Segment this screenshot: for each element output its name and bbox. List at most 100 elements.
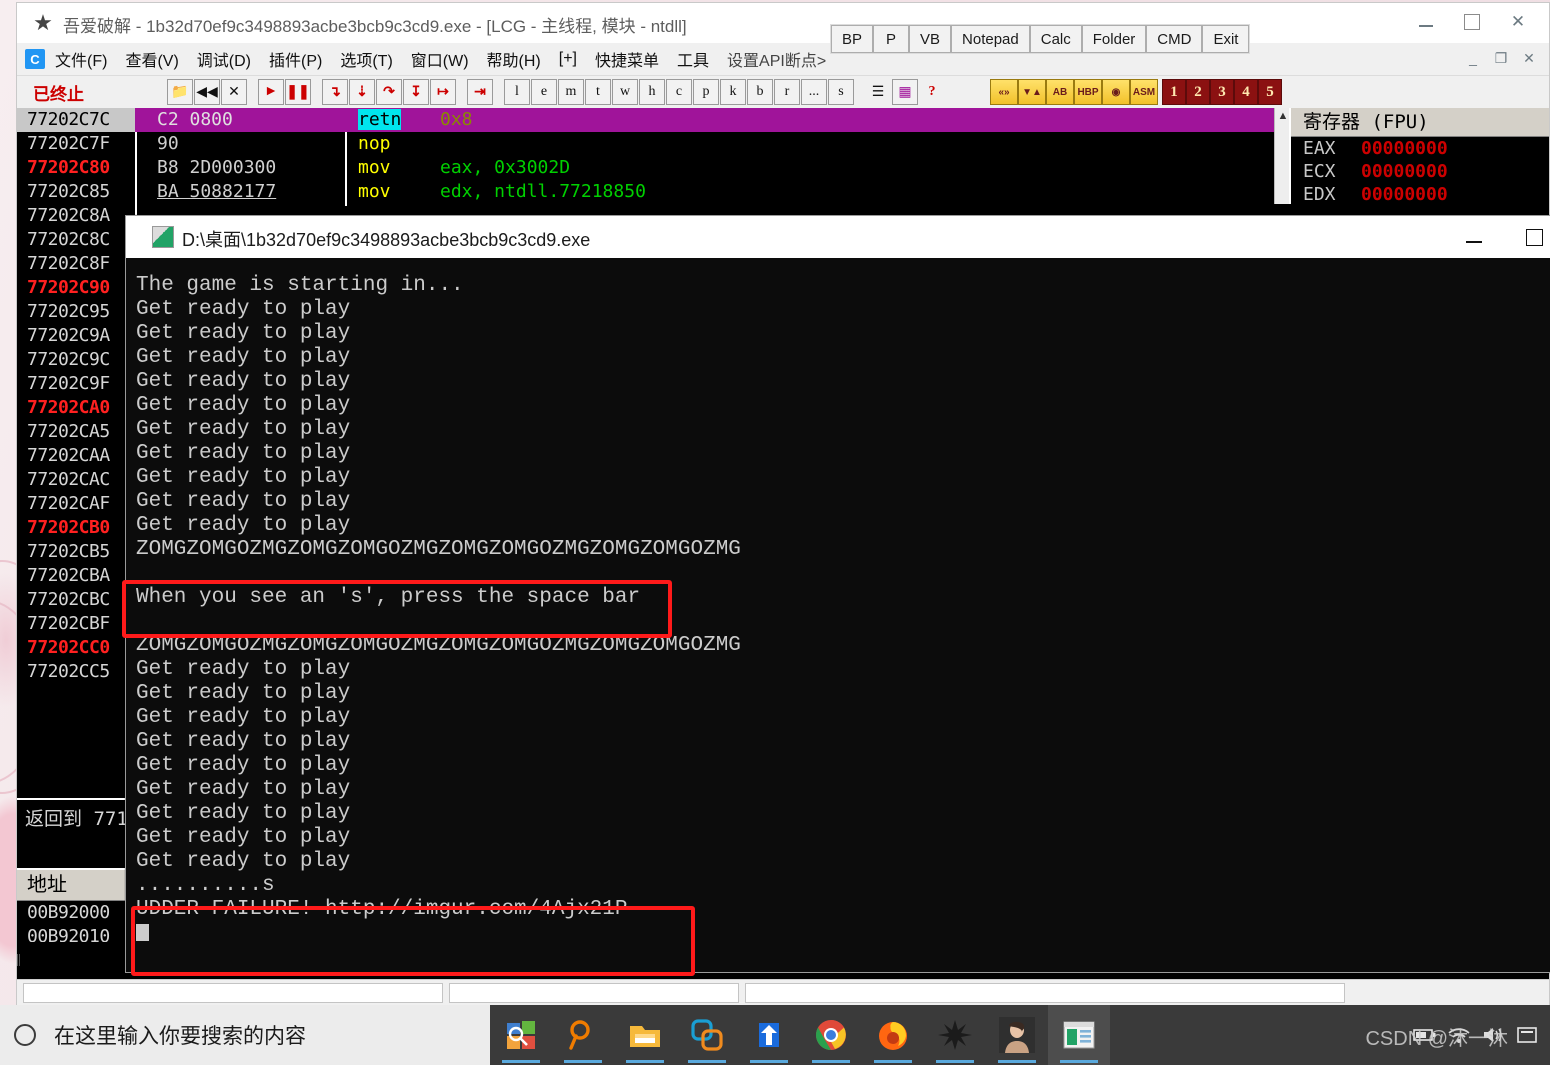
run-to-icon[interactable]: ↧ bbox=[403, 79, 429, 105]
quicklaunch-cmd-button[interactable]: CMD bbox=[1146, 25, 1203, 53]
tab-button-3[interactable]: 3 bbox=[1210, 79, 1234, 105]
address-cell[interactable]: 77202CBC bbox=[17, 588, 135, 612]
mdi-child-buttons[interactable]: _ ❐ ✕ bbox=[1459, 46, 1543, 70]
menu-item-options[interactable]: 选项(T) bbox=[340, 47, 392, 71]
address-cell[interactable]: 77202CBA bbox=[17, 564, 135, 588]
list-icon[interactable]: ☰ bbox=[865, 79, 891, 105]
address-cell[interactable]: 77202C9A bbox=[17, 324, 135, 348]
menu-item-file[interactable]: 文件(F) bbox=[55, 47, 107, 71]
quicklaunch-calc-button[interactable]: Calc bbox=[1029, 25, 1082, 53]
toolbar-letter-t[interactable]: t bbox=[585, 79, 611, 105]
register-row[interactable]: ECX 00000000 bbox=[1291, 160, 1549, 183]
register-value[interactable]: 00000000 bbox=[1361, 138, 1448, 159]
restart-icon[interactable]: ◀◀ bbox=[194, 79, 220, 105]
mdi-restore-icon[interactable]: ❐ bbox=[1487, 46, 1515, 70]
toolbar-letter-h[interactable]: h bbox=[639, 79, 665, 105]
file-explorer-icon[interactable] bbox=[614, 1005, 676, 1065]
address-cell[interactable]: 77202C7C bbox=[17, 108, 135, 132]
mdi-minimize-icon[interactable]: _ bbox=[1459, 46, 1487, 70]
menu-item-shortcut[interactable]: 快捷菜单 bbox=[595, 47, 659, 71]
quicklaunch-folder-button[interactable]: Folder bbox=[1081, 25, 1147, 53]
minimize-icon[interactable] bbox=[1403, 7, 1449, 37]
address-cell[interactable]: 77202CA5 bbox=[17, 420, 135, 444]
toolbar-letter-w[interactable]: w bbox=[612, 79, 638, 105]
address-column[interactable]: 77202C7C 77202C7F 77202C80 77202C85 7720… bbox=[17, 108, 135, 684]
vmware-icon[interactable] bbox=[676, 1005, 738, 1065]
step-over-icon[interactable]: ⇣ bbox=[349, 79, 375, 105]
pattern-icon[interactable]: ▦ bbox=[892, 79, 918, 105]
debugger-window-buttons[interactable]: ✕ bbox=[1403, 7, 1541, 37]
quicklaunch-notepad-button[interactable]: Notepad bbox=[951, 25, 1030, 53]
return-to-panel[interactable]: 返回到 771 bbox=[17, 798, 135, 860]
address-cell[interactable]: 77202CB5 bbox=[17, 540, 135, 564]
tim-icon[interactable] bbox=[738, 1005, 800, 1065]
menu-item-plus[interactable]: [+] bbox=[559, 50, 577, 68]
pause-icon[interactable]: ❚❚ bbox=[285, 79, 311, 105]
address-cell[interactable]: 77202C8C bbox=[17, 228, 135, 252]
step-out-icon[interactable]: ↷ bbox=[376, 79, 402, 105]
chrome-icon[interactable] bbox=[800, 1005, 862, 1065]
register-row[interactable]: EAX 00000000 bbox=[1291, 137, 1549, 160]
address-cell[interactable]: 77202C80 bbox=[17, 156, 135, 180]
address-cell[interactable]: 77202CA0 bbox=[17, 396, 135, 420]
console-window-icon[interactable] bbox=[1048, 1005, 1110, 1065]
address-cell[interactable]: 77202C95 bbox=[17, 300, 135, 324]
toolbar-letter-k[interactable]: k bbox=[720, 79, 746, 105]
mdi-close-icon[interactable]: ✕ bbox=[1515, 46, 1543, 70]
address-cell[interactable]: 77202C8F bbox=[17, 252, 135, 276]
register-row[interactable]: EDX 00000000 bbox=[1291, 183, 1549, 206]
tab-button-4[interactable]: 4 bbox=[1234, 79, 1258, 105]
address-cell[interactable]: 77202CAA bbox=[17, 444, 135, 468]
close-icon[interactable]: ✕ bbox=[1495, 7, 1541, 37]
sort-icon[interactable]: ▼▲ bbox=[1018, 79, 1046, 105]
windows-explorer-magnify-icon[interactable] bbox=[490, 1005, 552, 1065]
close-icon[interactable]: ✕ bbox=[221, 79, 247, 105]
memory-address-cell[interactable]: 00B92000 bbox=[17, 901, 135, 925]
minimize-icon[interactable] bbox=[1444, 216, 1504, 258]
taskbar[interactable]: 在这里输入你要搜索的内容 CSDN @沐一沐 bbox=[0, 1005, 1550, 1065]
address-cell[interactable]: 77202C9C bbox=[17, 348, 135, 372]
console-window-buttons[interactable] bbox=[1444, 216, 1550, 258]
menu-item-api-breakpoint[interactable]: 设置API断点> bbox=[727, 47, 826, 71]
address-cell[interactable]: 77202C85 bbox=[17, 180, 135, 204]
trace-icon[interactable]: ⇥ bbox=[467, 79, 493, 105]
address-cell[interactable]: 77202C7F bbox=[17, 132, 135, 156]
target-icon[interactable]: ◉ bbox=[1102, 79, 1130, 105]
toolbar-letter-p[interactable]: p bbox=[693, 79, 719, 105]
address-cell[interactable]: 77202C90 bbox=[17, 276, 135, 300]
menu-item-plugins[interactable]: 插件(P) bbox=[269, 47, 322, 71]
help-icon[interactable]: ? bbox=[919, 79, 945, 105]
step-into-icon[interactable]: ↴ bbox=[322, 79, 348, 105]
tab-button-1[interactable]: 1 bbox=[1162, 79, 1186, 105]
console-output[interactable]: The game is starting in... Get ready to p… bbox=[126, 258, 1550, 972]
address-cell[interactable]: 77202CAC bbox=[17, 468, 135, 492]
address-cell[interactable]: 77202CC5 bbox=[17, 660, 135, 684]
search-input[interactable]: 在这里输入你要搜索的内容 bbox=[54, 1020, 306, 1050]
address-cell[interactable]: 77202C9F bbox=[17, 372, 135, 396]
maximize-icon[interactable] bbox=[1449, 7, 1495, 37]
tab-button-5[interactable]: 5 bbox=[1258, 79, 1282, 105]
search-magnifier-icon[interactable] bbox=[552, 1005, 614, 1065]
address-cell-list[interactable]: 77202C8A 77202C8C 77202C8F 77202C90 77202C95… bbox=[17, 204, 135, 684]
run-icon[interactable]: ► bbox=[258, 79, 284, 105]
menu-item-window[interactable]: 窗口(W) bbox=[411, 47, 469, 71]
menu-item-help[interactable]: 帮助(H) bbox=[487, 47, 541, 71]
menu-item-view[interactable]: 查看(V) bbox=[125, 47, 178, 71]
console-window[interactable]: D:\桌面\1b32d70ef9c3498893acbe3bcb9c3cd9.e… bbox=[125, 215, 1550, 973]
xdbg-icon[interactable] bbox=[924, 1005, 986, 1065]
address-cell[interactable]: 77202CB0 bbox=[17, 516, 135, 540]
toolbar-letter-b[interactable]: b bbox=[747, 79, 773, 105]
address-cell[interactable]: 77202CAF bbox=[17, 492, 135, 516]
quicklaunch-vb-button[interactable]: VB bbox=[909, 25, 952, 53]
action-center-icon[interactable] bbox=[1514, 1022, 1540, 1048]
skip-icon[interactable]: «» bbox=[990, 79, 1018, 105]
address-cell[interactable]: 77202CC0 bbox=[17, 636, 135, 660]
address-cell[interactable]: 77202CBF bbox=[17, 612, 135, 636]
menu-item-debug[interactable]: 调试(D) bbox=[197, 47, 251, 71]
ab-icon[interactable]: AB bbox=[1046, 79, 1074, 105]
menu-item-tools[interactable]: 工具 bbox=[677, 47, 709, 71]
register-value[interactable]: 00000000 bbox=[1361, 161, 1448, 182]
register-value[interactable]: 00000000 bbox=[1361, 184, 1448, 205]
registers-panel[interactable]: 寄存器 (FPU) EAX 00000000 ECX 00000000 EDX 000… bbox=[1289, 108, 1549, 206]
execute-till-return-icon[interactable]: ↦ bbox=[430, 79, 456, 105]
